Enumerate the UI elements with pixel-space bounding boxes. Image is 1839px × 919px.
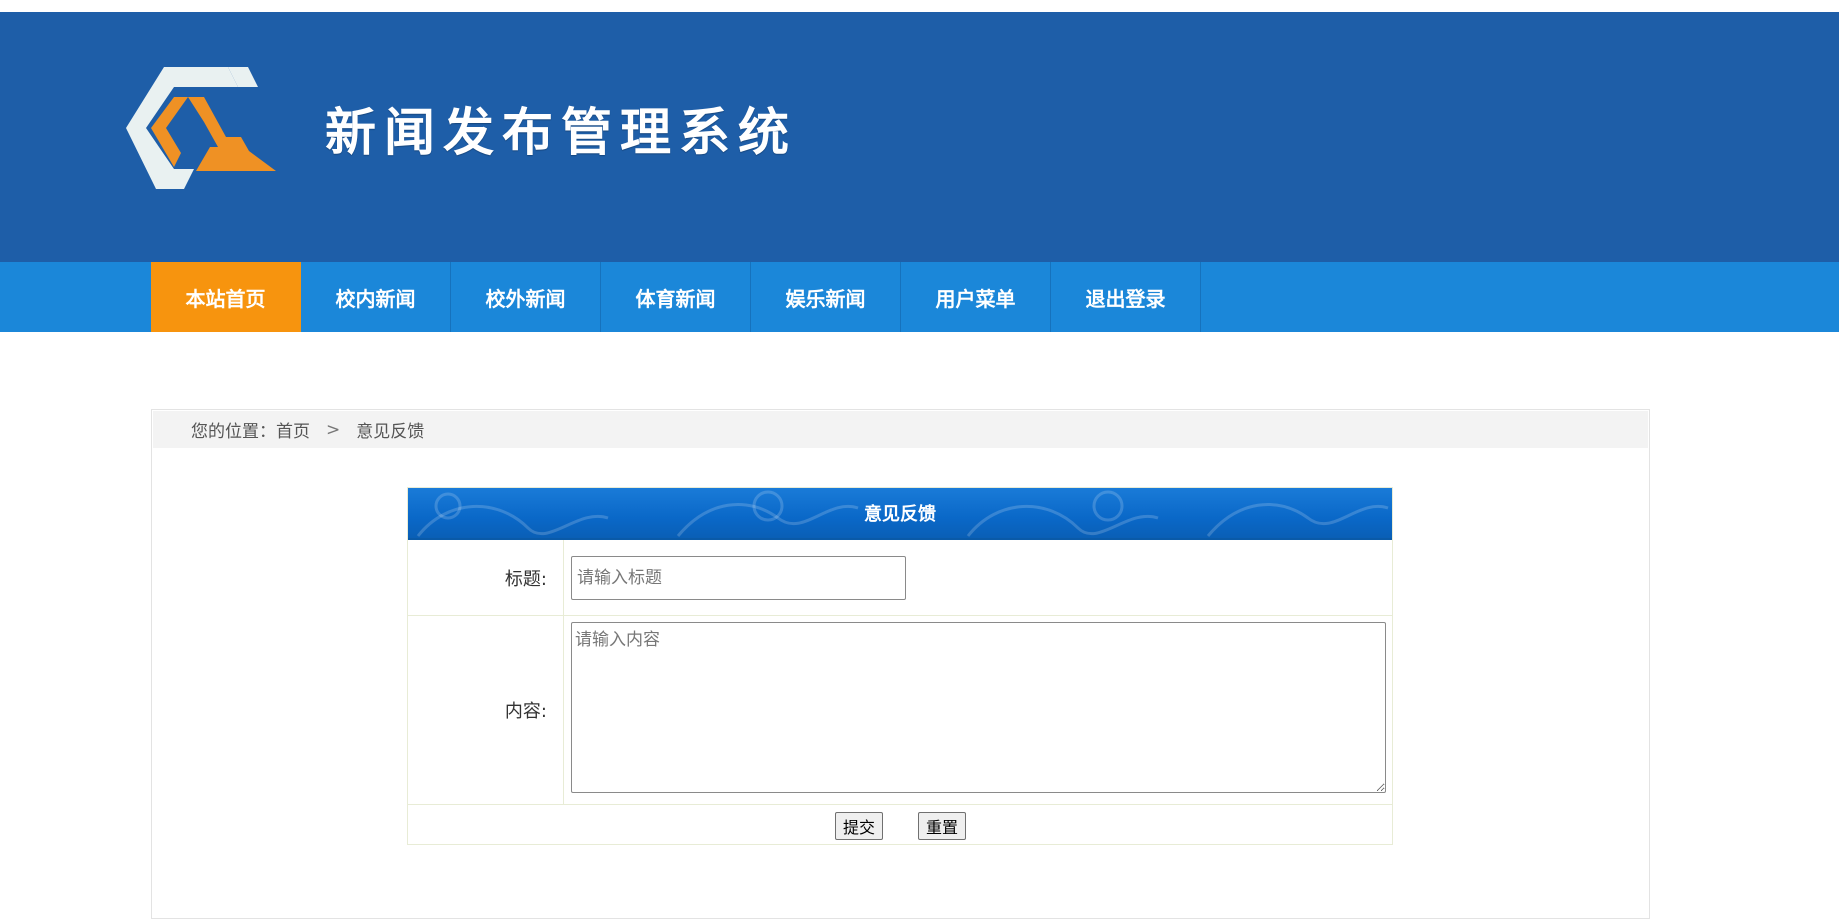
top-strip <box>0 0 1839 12</box>
breadcrumb: 您的位置：首页 > 意见反馈 <box>153 411 1648 448</box>
reset-button[interactable]: 重置 <box>918 812 967 840</box>
nav-item-home[interactable]: 本站首页 <box>151 262 301 332</box>
site-title: 新闻发布管理系统 <box>325 104 798 163</box>
content-label: 内容: <box>408 616 564 804</box>
submit-button[interactable]: 提交 <box>835 812 884 840</box>
nav-item-external-news[interactable]: 校外新闻 <box>451 262 601 332</box>
nav-item-campus-news[interactable]: 校内新闻 <box>301 262 451 332</box>
breadcrumb-home[interactable]: 您的位置：首页 <box>191 417 310 442</box>
logo-icon <box>126 67 276 189</box>
feedback-form: 意见反馈 标题: 内容: 提交 重置 <box>407 487 1393 845</box>
nav-list: 本站首页 校内新闻 校外新闻 体育新闻 娱乐新闻 用户菜单 退出登录 <box>151 262 1201 332</box>
content-textarea[interactable] <box>571 622 1386 793</box>
title-label: 标题: <box>408 540 564 615</box>
content-panel: 您的位置：首页 > 意见反馈 意见反馈 标题: 请输入标题 内容: 请输入内容 … <box>151 409 1650 919</box>
breadcrumb-current: 意见反馈 <box>356 422 425 442</box>
title-input[interactable] <box>571 556 906 600</box>
form-header: 意见反馈 <box>408 488 1392 540</box>
form-title: 意见反馈 <box>864 504 936 525</box>
nav-item-entertainment-news[interactable]: 娱乐新闻 <box>751 262 901 332</box>
form-row-content: 内容: <box>408 616 1392 805</box>
form-row-title: 标题: <box>408 540 1392 616</box>
breadcrumb-separator: > <box>326 419 341 440</box>
nav-item-sports-news[interactable]: 体育新闻 <box>601 262 751 332</box>
nav-item-logout[interactable]: 退出登录 <box>1051 262 1201 332</box>
form-row-actions: 提交 重置 <box>408 805 1392 845</box>
nav-item-user-menu[interactable]: 用户菜单 <box>901 262 1051 332</box>
header-banner: 新闻发布管理系统 <box>0 12 1839 262</box>
main-nav: 本站首页 校内新闻 校外新闻 体育新闻 娱乐新闻 用户菜单 退出登录 <box>0 262 1839 332</box>
